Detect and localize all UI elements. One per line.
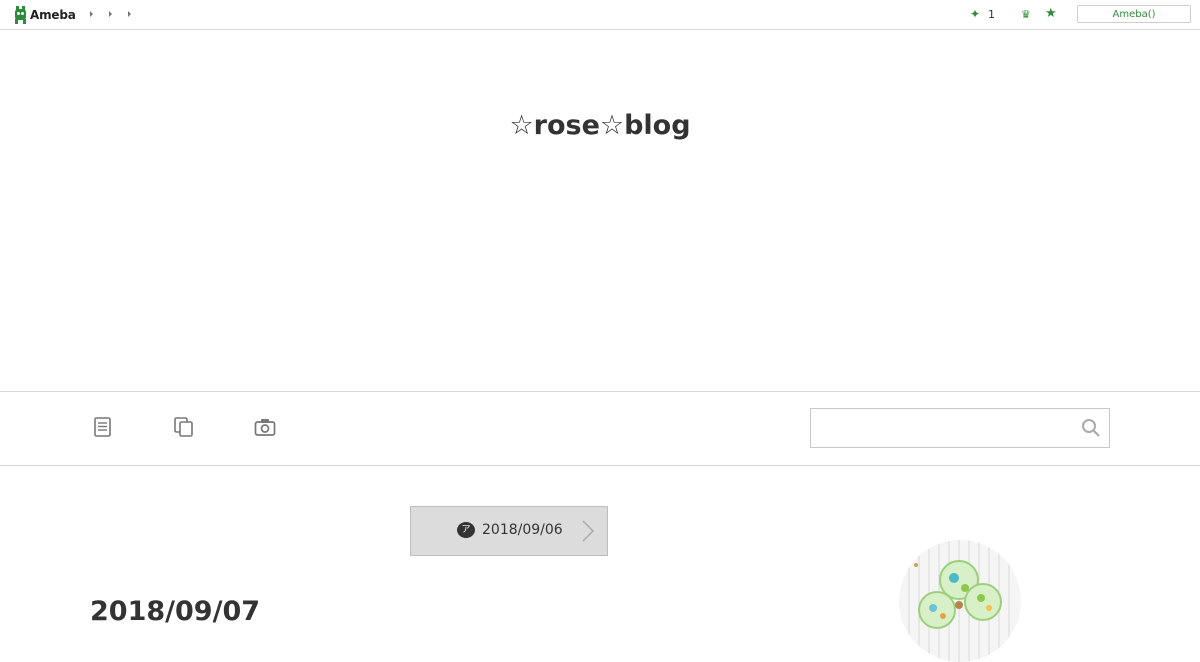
divider [0,465,1200,466]
entry-date-heading: 2018/09/07 [90,596,261,627]
search-icon[interactable] [1081,418,1101,438]
avatar-image [899,540,1021,662]
blog-title[interactable]: ☆rose☆blog [0,110,1200,141]
profile-avatar[interactable] [899,540,1021,662]
chevron-right-icon[interactable] [581,519,595,543]
notification-sparkle-icon[interactable]: ✦ [970,7,980,21]
logo-text: Ameba [30,8,76,22]
divider [0,391,1200,392]
nav-arrow-icon[interactable] [128,11,131,17]
nav-arrow-icon[interactable] [90,11,93,17]
notification-count[interactable]: 1 [988,8,995,21]
blog-search-input[interactable] [810,408,1110,448]
camera-icon[interactable] [254,416,276,438]
ameba-logo[interactable]: Ameba [13,5,76,25]
ameba-mascot-icon [15,6,26,24]
entry-list-icon[interactable] [92,416,114,438]
prev-badge-icon: ア [457,522,475,538]
star-icon[interactable]: ★ [1045,6,1057,21]
prev-entry-pager[interactable]: ア 2018/09/06 [410,506,608,556]
nav-arrow-icon[interactable] [109,11,112,17]
prev-entry-date[interactable]: 2018/09/06 [482,522,563,538]
ameba-login-button[interactable]: Ameba() [1077,5,1191,23]
crown-icon[interactable]: ♛ [1021,8,1031,21]
global-top-bar: Ameba ✦ 1 ♛ ★ Ameba() [0,0,1200,30]
theme-list-icon[interactable] [173,416,195,438]
